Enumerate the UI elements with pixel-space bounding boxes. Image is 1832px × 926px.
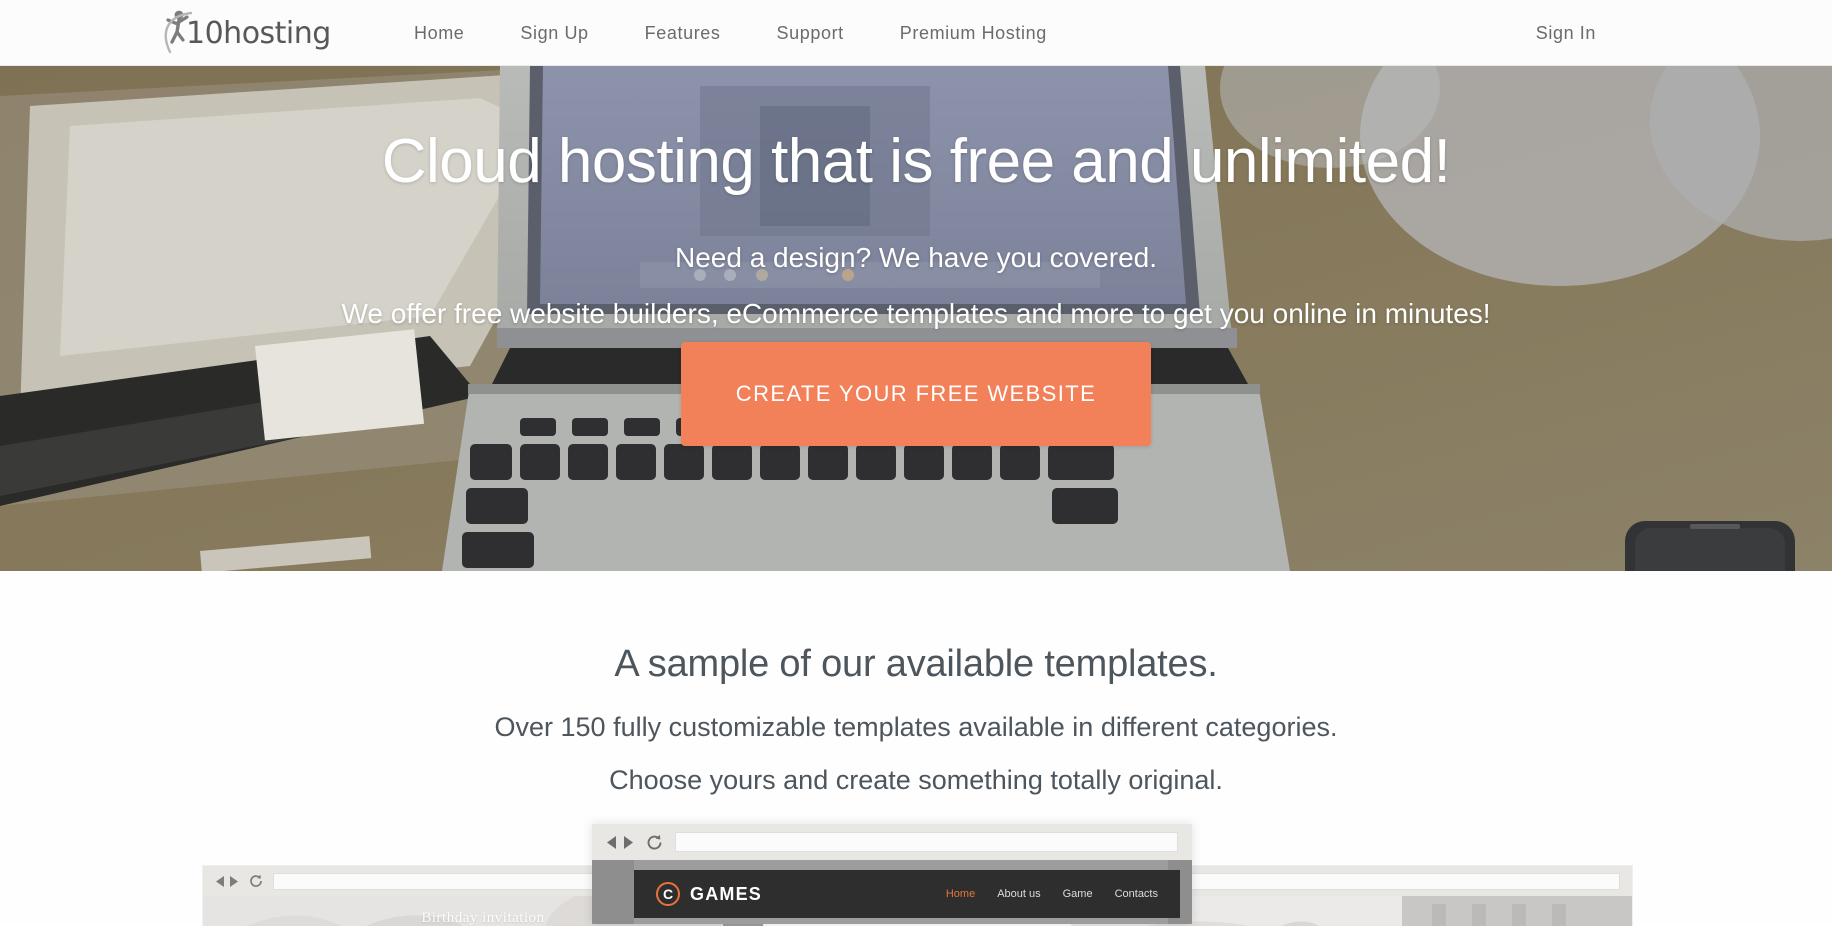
carousel-slide-center[interactable]: C GAMES Home About us Game Contacts xyxy=(592,824,1192,924)
back-arrow-icon[interactable] xyxy=(215,875,226,888)
hero-section: Z X C V B N M Cloud hosting that is free… xyxy=(0,66,1832,571)
logo-text: 10hosting xyxy=(186,16,331,51)
hero-content: Cloud hosting that is free and unlimited… xyxy=(0,66,1832,571)
slide-viewport-center: C GAMES Home About us Game Contacts xyxy=(592,860,1192,924)
nav-item-sign-up[interactable]: Sign Up xyxy=(492,23,616,44)
games-logo-text: GAMES xyxy=(690,883,763,904)
sign-in-link[interactable]: Sign In xyxy=(1536,23,1596,44)
back-arrow-icon[interactable] xyxy=(606,835,619,850)
forward-arrow-icon[interactable] xyxy=(228,875,239,888)
browser-chrome xyxy=(592,824,1192,860)
nav-item-features[interactable]: Features xyxy=(617,23,749,44)
forward-arrow-icon[interactable] xyxy=(621,835,634,850)
hero-heading: Cloud hosting that is free and unlimited… xyxy=(381,127,1451,196)
templates-section-line-one: Over 150 fully customizable templates av… xyxy=(494,712,1338,742)
site-logo[interactable]: 10hosting xyxy=(158,8,343,56)
games-template-navbar: C GAMES Home About us Game Contacts xyxy=(634,870,1180,918)
reload-icon[interactable] xyxy=(249,874,263,888)
nav-item-support[interactable]: Support xyxy=(749,23,872,44)
secondary-menu: Sign In xyxy=(1536,0,1832,66)
browser-nav-arrows xyxy=(215,875,239,888)
hero-subheading: Need a design? We have you covered. xyxy=(674,242,1157,273)
games-template-menu: Home About us Game Contacts xyxy=(946,888,1158,900)
templates-section-title: A sample of our available templates. xyxy=(614,643,1218,685)
nav-item-home[interactable]: Home xyxy=(386,23,492,44)
main-menu: Home Sign Up Features Support Premium Ho… xyxy=(386,0,1075,66)
reload-icon[interactable] xyxy=(646,834,663,851)
games-logo-badge: C xyxy=(656,882,680,906)
games-menu-item-home[interactable]: Home xyxy=(946,888,975,900)
templates-section-line-two: Choose yours and create something totall… xyxy=(609,765,1223,795)
create-free-website-button[interactable]: CREATE YOUR FREE WEBSITE xyxy=(681,342,1151,446)
games-menu-item-game[interactable]: Game xyxy=(1063,888,1093,900)
browser-address-bar[interactable] xyxy=(675,832,1178,852)
games-menu-item-contacts[interactable]: Contacts xyxy=(1115,888,1158,900)
nav-item-premium-hosting[interactable]: Premium Hosting xyxy=(872,23,1075,44)
browser-address-bar[interactable] xyxy=(1142,872,1620,890)
hero-description: We offer free website builders, eCommerc… xyxy=(341,298,1491,329)
template-carousel: Birthday invitation C GAMES Home About u… xyxy=(0,818,1832,926)
browser-nav-arrows xyxy=(606,835,634,850)
games-logo[interactable]: C GAMES xyxy=(656,882,762,906)
games-menu-item-about-us[interactable]: About us xyxy=(997,888,1040,900)
top-navigation-bar: 10hosting Home Sign Up Features Support … xyxy=(0,0,1832,66)
